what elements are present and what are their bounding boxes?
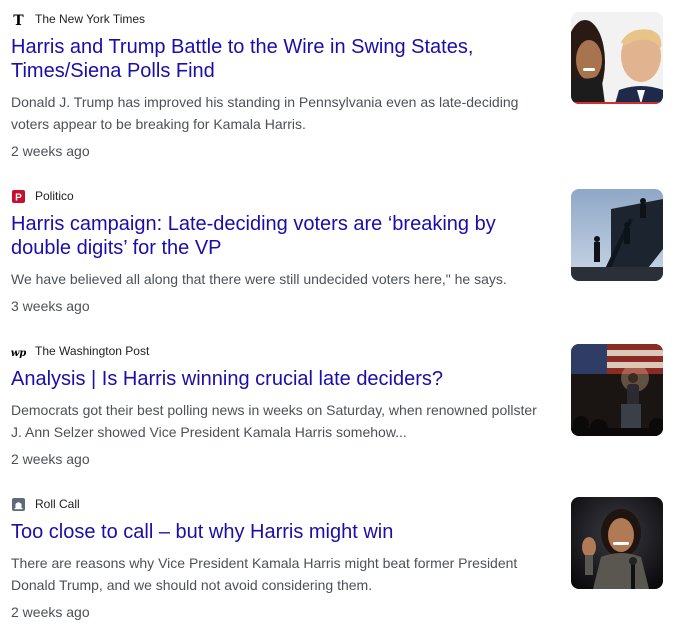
rollcall-logo-icon [11,497,26,512]
airplane-stairs-silhouette-thumbnail[interactable] [571,189,663,281]
rally-stage-flag-thumbnail[interactable] [571,344,663,436]
article-snippet: Democrats got their best polling news in… [11,402,537,440]
source-row: T The New York Times [11,10,666,28]
harris-speaking-thumbnail[interactable] [571,497,663,589]
svg-text:wp: wp [11,348,26,359]
article-snippet: Donald J. Trump has improved his standin… [11,94,519,132]
article-headline-link[interactable]: Analysis | Is Harris winning crucial lat… [11,367,546,391]
news-article: P Politico Harris campaign: Late-decidin… [11,187,666,316]
article-snippet: There are reasons why Vice President Kam… [11,555,518,593]
politico-logo-icon: P [11,189,26,204]
news-article: wp The Washington Post Analysis | Is Har… [11,342,666,469]
nyt-logo-icon: T [11,12,26,27]
source-name[interactable]: The Washington Post [35,344,149,358]
article-timestamp: 3 weeks ago [11,298,90,314]
svg-text:T: T [13,13,24,27]
article-timestamp: 2 weeks ago [11,143,90,159]
wapo-logo-icon: wp [11,344,26,359]
source-name[interactable]: Roll Call [35,497,80,511]
harris-trump-portrait-thumbnail[interactable] [571,12,663,104]
article-headline-link[interactable]: Harris campaign: Late-deciding voters ar… [11,212,546,260]
source-row: wp The Washington Post [11,342,666,360]
source-name[interactable]: The New York Times [35,12,145,26]
news-article: T The New York Times Harris and Trump Ba… [11,10,666,161]
article-headline-link[interactable]: Harris and Trump Battle to the Wire in S… [11,35,546,83]
source-name[interactable]: Politico [35,189,74,203]
article-timestamp: 2 weeks ago [11,451,90,467]
svg-text:P: P [15,192,22,203]
news-article: Roll Call Too close to call – but why Ha… [11,495,666,622]
source-row: P Politico [11,187,666,205]
article-timestamp: 2 weeks ago [11,604,90,620]
article-headline-link[interactable]: Too close to call – but why Harris might… [11,520,546,544]
source-row: Roll Call [11,495,666,513]
article-snippet: We have believed all along that there we… [11,271,507,287]
